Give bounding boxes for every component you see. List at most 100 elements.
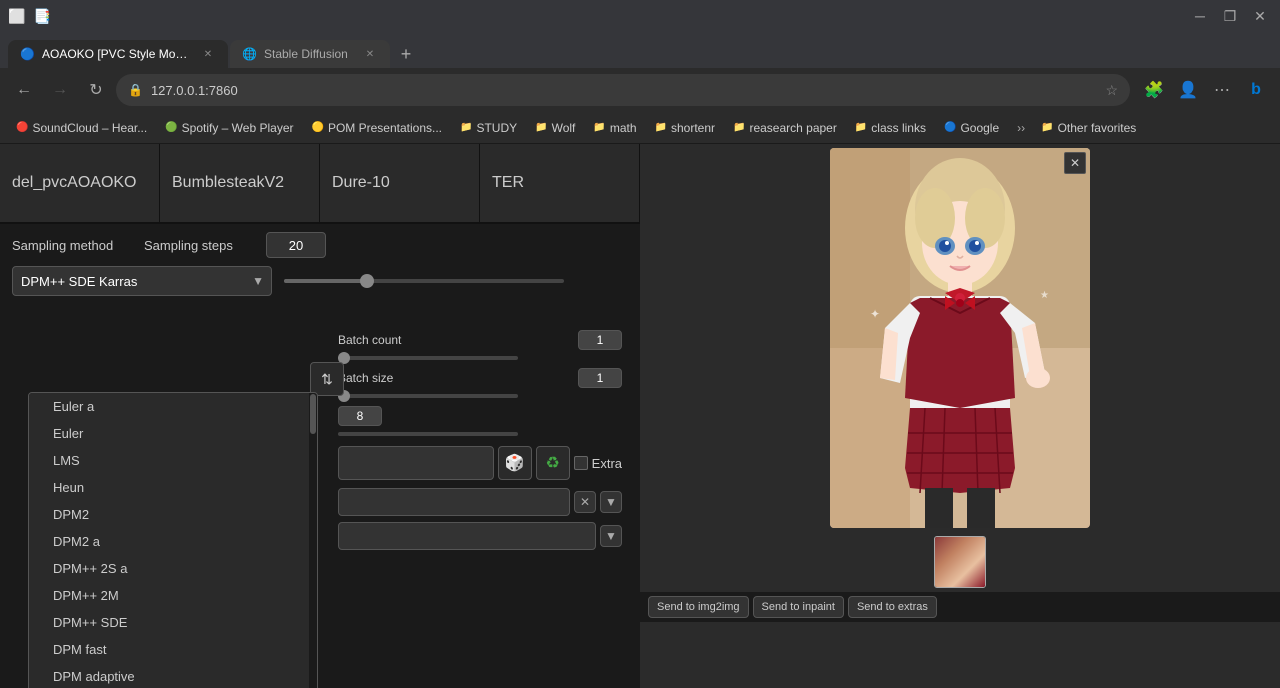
back-button[interactable]: ← [8,74,40,106]
model-card-0[interactable]: del_pvcAOAOKO [0,144,160,222]
model-cards-row: del_pvcAOAOKO BumblesteakV2 Dure-10 TER [0,144,640,224]
profile-button[interactable]: 👤 [1172,74,1204,106]
recycle-button[interactable]: ♻ [536,446,570,480]
more-bookmarks-button[interactable]: ›› [1011,117,1031,139]
svg-text:★: ★ [1040,290,1049,301]
dropdown-item-lms[interactable]: LMS [29,447,317,474]
soundcloud-icon: 🔴 [16,122,28,133]
dropdown-item-heun[interactable]: Heun [29,474,317,501]
star-icon: ☆ [1105,82,1118,99]
close-window-button[interactable]: ✕ [1248,4,1272,28]
bing-button[interactable]: b [1240,74,1272,106]
bookmark-research[interactable]: 📁 reasearch paper [725,117,845,139]
dropdown-row-1: ✕ ▼ [338,488,622,516]
seed-display-row: 8 [338,406,622,426]
dropdown-item-label: DPM fast [53,642,106,657]
steps-value-display: 20 [266,232,326,258]
swap-button[interactable]: ⇅ [310,362,344,396]
dropdown-scrollbar[interactable] [309,393,317,688]
extra-checkbox[interactable] [574,456,588,470]
bookmark-label: STUDY [476,121,517,135]
bookmark-study[interactable]: 📁 STUDY [452,117,525,139]
model-card-3[interactable]: TER [480,144,640,222]
batch-size-value: 1 [578,368,622,388]
send-to-inpaint-button[interactable]: Send to inpaint [753,596,844,618]
sampling-steps-label: Sampling steps [144,238,254,253]
tab-favicon-2: 🌐 [242,47,256,61]
tab-title-1: AOAOKO [PVC Style Model] - PV... [42,47,192,61]
dropdown-item-dpmppsde[interactable]: DPM++ SDE [29,609,317,636]
bookmark-math[interactable]: 📁 math [585,117,644,139]
dropdown-item-dpmadaptive[interactable]: DPM adaptive [29,663,317,688]
close-dropdown-btn[interactable]: ✕ [574,491,596,513]
menu-button[interactable]: ⋯ [1206,74,1238,106]
tab-bar: 🔵 AOAOKO [PVC Style Model] - PV... ✕ 🌐 S… [0,32,1280,68]
model-card-1[interactable]: BumblesteakV2 [160,144,320,222]
math-icon: 📁 [593,122,605,133]
sampling-method-select[interactable]: DPM++ SDE Karras [12,266,272,296]
nav-extra-icons: 🧩 👤 ⋯ b [1138,74,1272,106]
dropdown-item-dpm2a[interactable]: DPM2 a [29,528,317,555]
bookmark-shortenr[interactable]: 📁 shortenr [647,117,723,139]
address-bar[interactable]: 🔒 127.0.0.1:7860 ☆ [116,74,1130,106]
dropdown-item-dpm2[interactable]: DPM2 [29,501,317,528]
browser-icon: ⬜ [8,8,25,25]
dropdown-item-dpmfast[interactable]: DPM fast [29,636,317,663]
bookmark-label: reasearch paper [749,121,836,135]
left-panel: del_pvcAOAOKO BumblesteakV2 Dure-10 TER … [0,144,640,688]
tab-stable-diffusion[interactable]: 🌐 Stable Diffusion ✕ [230,40,390,68]
dropdown-item-euler-a[interactable]: Euler a [29,393,317,420]
bookmark-wolf[interactable]: 📁 Wolf [527,117,583,139]
extra-checkbox-label[interactable]: Extra [574,456,622,471]
model-card-label-3: TER [492,174,524,192]
bookmark-classlinks[interactable]: 📁 class links [847,117,934,139]
tab-group-icon: 📑 [33,8,50,25]
close-image-button[interactable]: ✕ [1064,152,1086,174]
batch-config-panel: ⇅ Batch count 1 Batch size 1 [330,322,630,558]
new-tab-button[interactable]: + [392,40,420,68]
bookmark-label: shortenr [671,121,715,135]
dropdown-expand-btn[interactable]: ▼ [600,491,622,513]
dropdown-item-dpmpp2sa[interactable]: DPM++ 2S a [29,555,317,582]
dropdown-item-label: Euler [53,426,83,441]
dropdown-field-1[interactable] [338,488,570,516]
minimize-button[interactable]: ─ [1188,4,1212,28]
google-icon: 🔵 [944,122,956,133]
bookmark-google[interactable]: 🔵 Google [936,117,1007,139]
dice-button[interactable]: 🎲 [498,446,532,480]
sampling-section: Sampling method Sampling steps 20 DPM++ … [0,224,640,312]
model-card-label-0: del_pvcAOAOKO [12,174,137,192]
svg-text:✦: ✦ [870,307,880,321]
extensions-button[interactable]: 🧩 [1138,74,1170,106]
maximize-button[interactable]: ❐ [1218,4,1242,28]
sampling-dropdown-menu: Euler a Euler LMS Heun DPM2 DPM2 a [28,392,318,688]
text-input-area[interactable] [338,446,494,480]
bookmark-pom[interactable]: 🟡 POM Presentations... [304,117,451,139]
tab-close-2[interactable]: ✕ [362,46,378,62]
dropdown-field-2[interactable] [338,522,596,550]
model-card-2[interactable]: Dure-10 [320,144,480,222]
browser-chrome: ⬜ 📑 ─ ❐ ✕ 🔵 AOAOKO [PVC Style Model] - P… [0,0,1280,144]
reload-button[interactable]: ↻ [80,74,112,106]
dropdown-expand-btn-2[interactable]: ▼ [600,525,622,547]
sampling-steps-thumb[interactable] [360,274,374,288]
right-panel: ✕ [640,144,1280,688]
thumbnail-0[interactable] [934,536,986,588]
tab-title-2: Stable Diffusion [264,47,354,61]
bookmark-label: SoundCloud – Hear... [32,121,147,135]
bookmark-other[interactable]: 📁 Other favorites [1033,117,1144,139]
dropdown-item-label: DPM2 a [53,534,100,549]
tab-close-1[interactable]: ✕ [200,46,216,62]
dropdown-scrollbar-thumb[interactable] [310,394,316,434]
forward-button[interactable]: → [44,74,76,106]
dropdown-item-euler[interactable]: Euler [29,420,317,447]
send-to-extras-button[interactable]: Send to extras [848,596,937,618]
tab-aoaoko[interactable]: 🔵 AOAOKO [PVC Style Model] - PV... ✕ [8,40,228,68]
batch-count-track [338,356,518,360]
bookmark-soundcloud[interactable]: 🔴 SoundCloud – Hear... [8,117,155,139]
dropdown-item-label: DPM++ SDE [53,615,127,630]
nav-bar: ← → ↻ 🔒 127.0.0.1:7860 ☆ 🧩 👤 ⋯ b [0,68,1280,112]
send-to-img2img-button[interactable]: Send to img2img [648,596,749,618]
dropdown-item-dpmpp2m[interactable]: DPM++ 2M [29,582,317,609]
bookmark-spotify[interactable]: 🟢 Spotify – Web Player [157,117,301,139]
